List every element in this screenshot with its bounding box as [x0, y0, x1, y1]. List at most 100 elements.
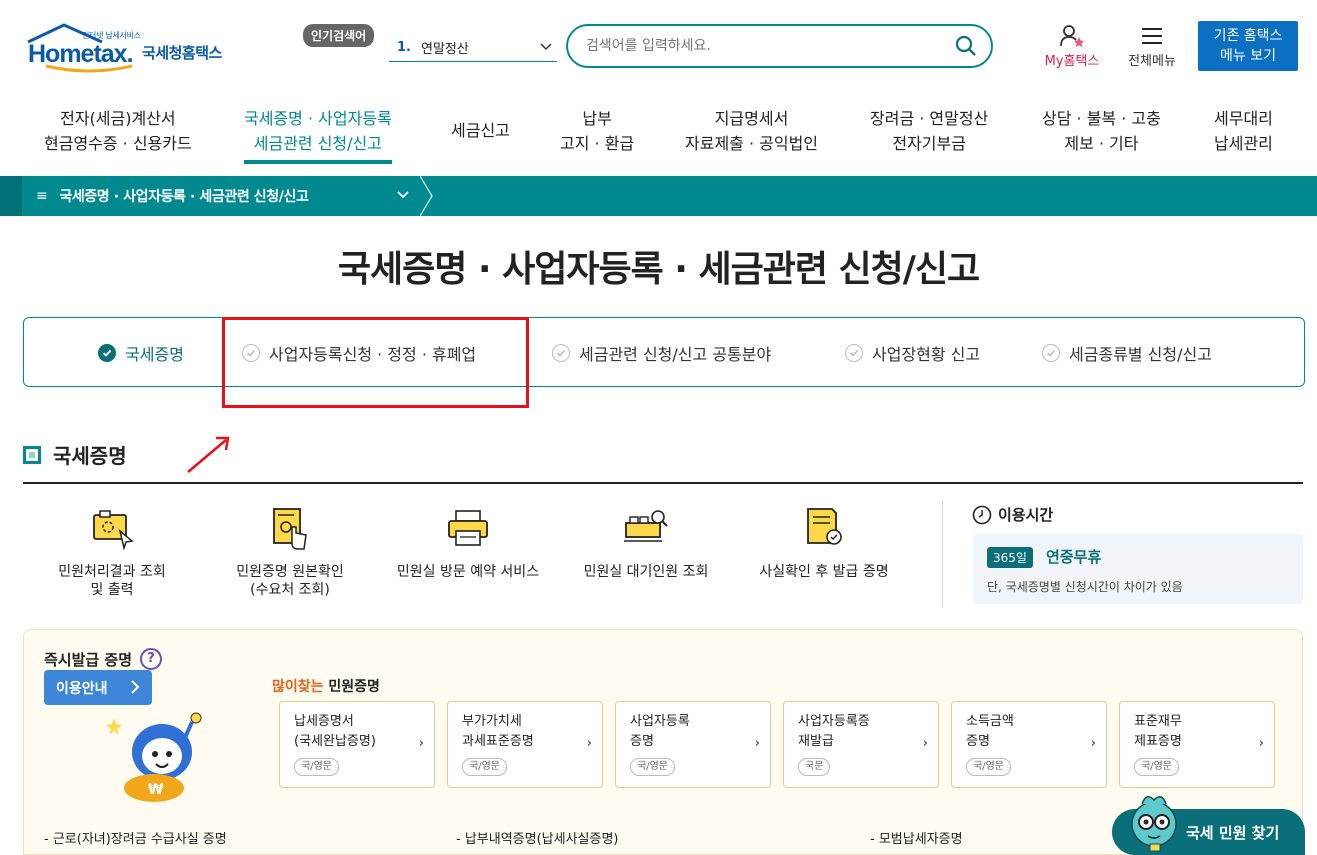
gnb-line1: 장려금 · 연말정산: [870, 109, 989, 128]
gnb-tax-report[interactable]: 세금신고: [451, 118, 510, 143]
service-fact-check-issue[interactable]: 사실확인 후 발급 증명: [749, 505, 899, 581]
service-queue-inquiry[interactable]: 민원실 대기인원 조회: [571, 505, 721, 581]
language-badge: 국문: [798, 758, 831, 776]
tab-label: 세금관련 신청/신고 공통분야: [579, 345, 772, 364]
section-title-text: 국세증명: [53, 444, 127, 468]
main-navigation: 전자(세금)계산서 현금영수증 · 신용카드 국세증명 · 사업자등록 세금관련…: [0, 100, 1317, 176]
language-badge: 국/영문: [462, 758, 507, 776]
gnb-line1: 상담 · 불복 · 고충: [1042, 109, 1161, 128]
card-line1: 표준재무: [1134, 714, 1182, 729]
clock-icon: [972, 505, 992, 524]
gnb-line2: 납세관리: [1214, 134, 1273, 153]
link-payment-history[interactable]: - 납부내역증명(납세사실증명): [456, 828, 619, 847]
usage-guide-label: 이용안내: [56, 680, 108, 697]
vertical-divider: [942, 500, 943, 608]
gnb-payment-statement[interactable]: 지급명세서 자료제출 · 공익법인: [685, 106, 818, 156]
use-time-label: 이용시간: [998, 506, 1054, 524]
category-tabs: 국세증명 사업자등록신청 · 정정 · 휴폐업 세금관련 신청/신고 공통분야 …: [23, 317, 1305, 387]
cert-card-registration-reissue[interactable]: 사업자등록증 재발급 › 국문: [783, 701, 939, 788]
language-badge: 국/영문: [630, 758, 675, 776]
my-hometax-label: My홈택스: [1044, 54, 1100, 69]
card-line1: 소득금액: [966, 714, 1014, 729]
use-time-box: 365일 연중무휴 단, 국세증명별 신청시간이 차이가 있음: [973, 534, 1303, 604]
check-icon: [98, 344, 116, 362]
breadcrumb: ≡ 국세증명 · 사업자등록 · 세금관련 신청/신고: [0, 176, 1317, 216]
service-result-inquiry[interactable]: 민원처리결과 조회 및 출력: [37, 505, 187, 599]
tab-tax-type-application[interactable]: 세금종류별 신청/신고: [1042, 341, 1212, 365]
gnb-consultation[interactable]: 상담 · 불복 · 고충 제보 · 기타: [1042, 106, 1161, 156]
gnb-line2: 고지 · 환급: [560, 134, 635, 153]
all-menu-button[interactable]: 전체메뉴: [1120, 24, 1184, 69]
gnb-e-invoice[interactable]: 전자(세금)계산서 현금영수증 · 신용카드: [44, 106, 192, 156]
chevron-right-icon: ›: [586, 736, 592, 751]
service-line1: 민원실 방문 예약 서비스: [396, 564, 540, 580]
use-time-note: 단, 국세증명별 신청시간이 차이가 있음: [987, 580, 1183, 594]
service-original-check[interactable]: 민원증명 원본확인 (수요처 조회): [215, 505, 365, 599]
gnb-line1: 전자(세금)계산서: [60, 109, 176, 128]
instant-issue-panel: 즉시발급 증명 ? 이용안내 ₩ 많이찾는 민원증명 납세증명서 (국세완납증명…: [23, 629, 1303, 855]
language-badge: 국/영문: [966, 758, 1011, 776]
hometax-logo[interactable]: 인터넷 납세서비스 Hometax. 국세청홈택스: [24, 22, 244, 74]
days-badge: 365일: [987, 547, 1033, 568]
link-model-taxpayer[interactable]: - 모범납세자증명: [870, 828, 963, 847]
instant-issue-title: 즉시발급 증명 ?: [44, 648, 163, 670]
cert-card-tax-payment[interactable]: 납세증명서 (국세완납증명) › 국/영문: [279, 701, 435, 788]
gnb-line2: 제보 · 기타: [1064, 134, 1139, 153]
service-visit-reservation[interactable]: 민원실 방문 예약 서비스: [393, 505, 543, 581]
card-line2: 증명: [630, 734, 654, 749]
cert-card-vat-standard[interactable]: 부가가치세 과세표준증명 › 국/영문: [447, 701, 603, 788]
popular-search-badge: 인기검색어: [303, 24, 375, 47]
tab-business-status-report[interactable]: 사업장현황 신고: [845, 341, 980, 365]
gnb-incentive-yearend[interactable]: 장려금 · 연말정산 전자기부금: [870, 106, 988, 156]
popular-rank: 1.: [397, 40, 411, 55]
old-hometax-menu-button[interactable]: 기존 홈택스 메뉴 보기: [1198, 21, 1298, 71]
search-bar: [566, 24, 993, 68]
tab-national-tax-certificate[interactable]: 국세증명: [98, 341, 184, 365]
chevron-down-icon: [397, 191, 409, 199]
cert-card-financial-statement[interactable]: 표준재무 제표증명 › 국/영문: [1119, 701, 1275, 788]
old-menu-line2: 메뉴 보기: [1220, 48, 1276, 64]
open-status: 연중무휴: [1046, 548, 1102, 566]
card-line1: 납세증명서: [294, 714, 354, 729]
gnb-line1: 지급명세서: [714, 109, 789, 128]
gnb-line2: 세금관련 신청/신고: [253, 134, 382, 153]
gnb-tax-agent[interactable]: 세무대리 납세관리: [1214, 106, 1273, 156]
gnb-line2: 자료제출 · 공익법인: [685, 134, 819, 153]
gnb-line2: 전자기부금: [892, 134, 966, 153]
chevron-right-icon: ›: [754, 736, 760, 751]
cert-card-business-registration[interactable]: 사업자등록 증명 › 국/영문: [615, 701, 771, 788]
red-pointer-arrow-icon: [187, 436, 230, 473]
help-icon[interactable]: ?: [140, 648, 163, 670]
service-line1: 민원증명 원본확인: [236, 564, 344, 580]
highlight-box: [222, 317, 529, 408]
my-hometax-link[interactable]: My홈택스: [1034, 24, 1110, 69]
gnb-line2: 현금영수증 · 신용카드: [44, 134, 192, 153]
popular-search-select[interactable]: 1. 연말정산: [389, 34, 557, 62]
tab-label: 국세증명: [125, 345, 184, 364]
all-menu-label: 전체메뉴: [1128, 54, 1176, 69]
search-input[interactable]: [586, 38, 946, 54]
link-incentive-certificate[interactable]: - 근로(자녀)장려금 수급사실 증명: [44, 828, 227, 847]
gnb-line1: 세무대리: [1214, 109, 1273, 128]
find-mascot-icon: [1131, 796, 1177, 852]
popular-term: 연말정산: [420, 42, 469, 57]
cert-card-income-amount[interactable]: 소득금액 증명 › 국/영문: [951, 701, 1107, 788]
breadcrumb-dropdown[interactable]: ≡ 국세증명 · 사업자등록 · 세금관련 신청/신고: [22, 176, 422, 216]
check-icon: [845, 344, 863, 362]
service-line1: 사실확인 후 발급 증명: [759, 564, 889, 580]
gnb-certificate-registration[interactable]: 국세증명 · 사업자등록 세금관련 신청/신고: [244, 106, 392, 164]
gnb-payment[interactable]: 납부 고지 · 환급: [560, 106, 634, 156]
document-monitor-icon: [93, 510, 134, 551]
find-button-label: 국세 민원 찾기: [1186, 823, 1280, 842]
tab-common-application[interactable]: 세금관련 신청/신고 공통분야: [552, 341, 771, 365]
language-badge: 국/영문: [294, 758, 339, 776]
search-icon[interactable]: [955, 35, 977, 57]
popular-certificates-title: 많이찾는 민원증명: [272, 676, 380, 696]
chevron-down-icon: [540, 43, 552, 51]
card-line2: 증명: [966, 734, 990, 749]
page-title: 국세증명 · 사업자등록 · 세금관련 신청/신고: [337, 249, 980, 290]
section-title: 국세증명: [23, 440, 127, 469]
chevron-right-icon: ›: [922, 736, 928, 751]
usage-guide-button[interactable]: 이용안내: [44, 670, 152, 705]
chevron-right-icon: [131, 680, 140, 694]
